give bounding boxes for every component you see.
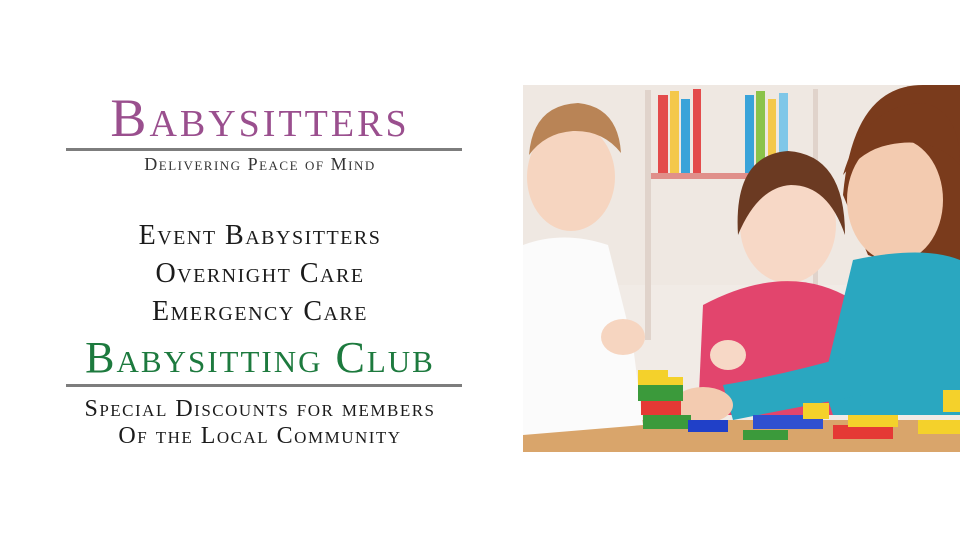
discount-line: Of the Local Community xyxy=(118,423,402,449)
children-playing-photo xyxy=(523,85,960,452)
club-title: Babysitting Club xyxy=(85,333,435,382)
service-item: Emergency Care xyxy=(151,296,368,327)
discount-line: Special Discounts for members xyxy=(84,396,436,422)
service-item: Event Babysitters xyxy=(138,220,382,251)
brand-title: Babysitters xyxy=(110,88,410,148)
club-divider xyxy=(66,384,462,387)
brand-tagline: Delivering Peace of Mind xyxy=(144,154,376,174)
title-divider xyxy=(66,148,462,151)
service-item: Overnight Care xyxy=(155,258,365,289)
text-panel: Babysitters Delivering Peace of Mind Eve… xyxy=(30,0,490,539)
